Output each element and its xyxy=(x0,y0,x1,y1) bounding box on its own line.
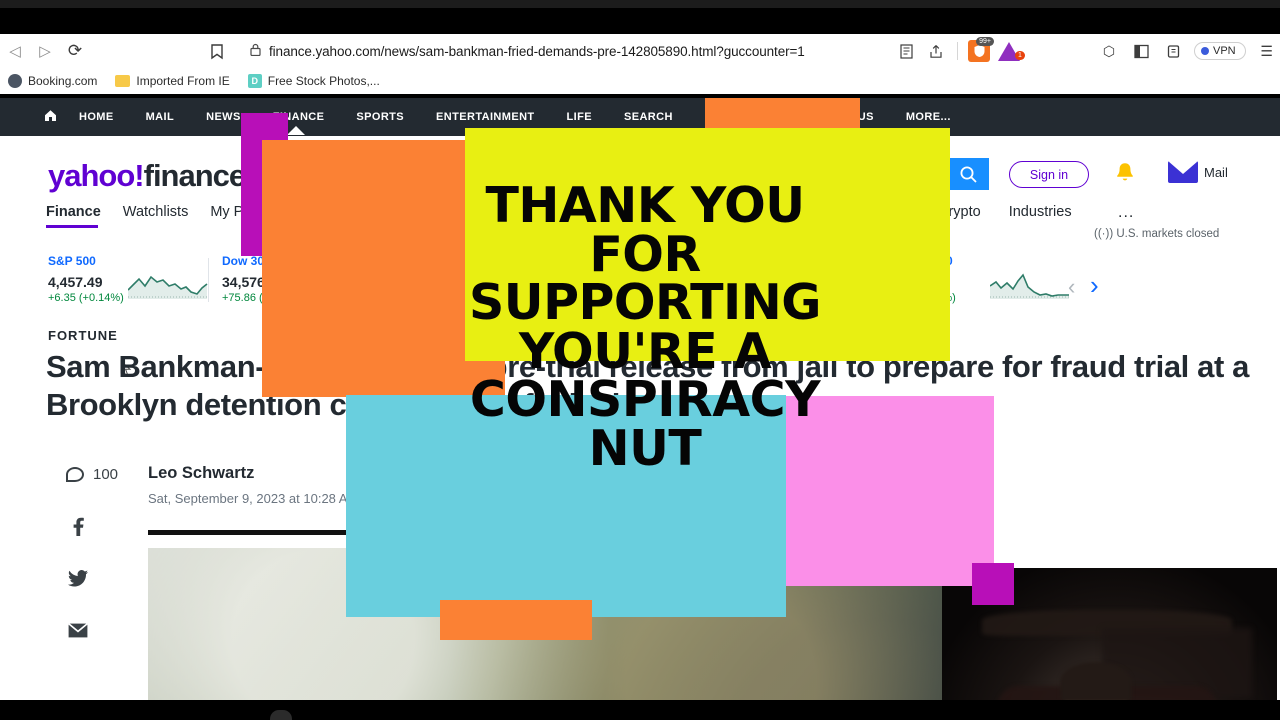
twitter-share-icon[interactable] xyxy=(66,566,90,590)
lock-icon xyxy=(250,43,261,59)
nav-item-search[interactable]: SEARCH xyxy=(608,111,689,123)
overlay-line-5: CONSPIRACY xyxy=(469,371,821,428)
subnav-item-industries[interactable]: Industries xyxy=(1009,204,1072,220)
vpn-button[interactable]: VPN xyxy=(1194,42,1246,60)
adblock-badge: 99+ xyxy=(976,37,994,46)
overlay-line-3: SUPPORTING xyxy=(469,274,821,331)
window-titlebar-strip xyxy=(0,0,1280,8)
ticker-sparkline xyxy=(128,275,208,299)
nav-item-entertainment[interactable]: ENTERTAINMENT xyxy=(420,111,551,123)
adblock-extension-icon[interactable]: 99+ xyxy=(968,37,994,62)
globe-icon xyxy=(8,74,22,88)
bookmarks-bar: Booking.com Imported From IE D Free Stoc… xyxy=(0,68,1280,94)
warning-extension-icon[interactable]: 1 xyxy=(998,41,1025,61)
letterbox-bottom xyxy=(0,700,1280,720)
bookmark-label: Imported From IE xyxy=(136,74,230,88)
notifications-bell-icon[interactable] xyxy=(1114,161,1136,191)
mail-icon xyxy=(1168,161,1198,183)
ticker-sparkline xyxy=(990,273,1069,299)
vpn-label: VPN xyxy=(1213,45,1236,57)
bookmark-label: Free Stock Photos,... xyxy=(267,74,380,88)
nav-item-home[interactable]: HOME xyxy=(63,111,130,123)
ticker-next-button[interactable]: › xyxy=(1090,270,1099,301)
ticker-sp500[interactable]: S&P 500 4,457.49 +6.35 (+0.14%) xyxy=(48,254,124,304)
ticker-divider xyxy=(208,258,209,302)
comment-count-button[interactable]: 100 xyxy=(66,466,118,483)
markets-status-icon: ((·)) xyxy=(1094,228,1114,240)
ticker-price: 4,457.49 xyxy=(48,274,103,290)
article-source: FORTUNE xyxy=(48,328,118,343)
address-bar[interactable]: finance.yahoo.com/news/sam-bankman-fried… xyxy=(240,38,890,64)
overlay-message: THANK YOU FOR SUPPORTING YOU'RE A CONSPI… xyxy=(440,177,850,477)
reload-button[interactable]: ⟳ xyxy=(60,36,90,66)
overlay-line-6: NUT xyxy=(588,419,702,477)
overlay-block-orange-bottom xyxy=(440,600,592,640)
home-icon xyxy=(44,109,57,125)
ticker-prev-button[interactable]: ‹ xyxy=(1068,274,1075,300)
mail-link[interactable]: Mail xyxy=(1168,161,1228,183)
overlay-line-2: FOR xyxy=(589,225,701,283)
article-date: Sat, September 9, 2023 at 10:28 AM xyxy=(148,491,359,506)
email-share-icon[interactable] xyxy=(66,618,90,642)
screen-root: ◁ ▷ ⟳ finance.yahoo.com/news/sam-bankman… xyxy=(0,0,1280,720)
markets-status-label: U.S. markets closed xyxy=(1116,228,1220,240)
share-icon[interactable] xyxy=(925,40,947,62)
back-button[interactable]: ◁ xyxy=(0,36,30,66)
sidebar-icon[interactable] xyxy=(1130,40,1152,62)
nav-item-more[interactable]: MORE... xyxy=(890,111,967,123)
overlay-block-magenta-small xyxy=(972,563,1014,605)
article-byline: Leo Schwartz Sat, September 9, 2023 at 1… xyxy=(148,464,358,506)
doc-icon: D xyxy=(247,74,262,88)
nav-item-life[interactable]: LIFE xyxy=(551,111,608,123)
subnav-item-watchlists[interactable]: Watchlists xyxy=(123,204,211,228)
reader-mode-icon[interactable] xyxy=(895,40,917,62)
extensions-icon[interactable]: ⬡ xyxy=(1098,40,1120,62)
browser-chrome: ◁ ▷ ⟳ finance.yahoo.com/news/sam-bankman… xyxy=(0,34,1280,94)
finance-subnav-right: Crypto Industries xyxy=(938,204,1072,220)
webcam-person-hair xyxy=(1060,662,1132,702)
forward-button[interactable]: ▷ xyxy=(30,36,60,66)
address-bar-actions: 99+ 1 xyxy=(895,37,1025,64)
subnav-more-button[interactable]: ... xyxy=(1118,204,1134,222)
collections-icon[interactable] xyxy=(1162,40,1184,62)
ticker-name: S&P 500 xyxy=(48,254,96,268)
browser-menu-button[interactable]: ☰ xyxy=(1256,40,1278,62)
overlay-line-1: THANK YOU xyxy=(485,177,805,234)
nav-item-sports[interactable]: SPORTS xyxy=(340,111,420,123)
toolbar-divider xyxy=(957,42,958,60)
markets-status: ((·)) U.S. markets closed xyxy=(1094,228,1219,240)
nav-item-mail[interactable]: MAIL xyxy=(130,111,190,123)
browser-toolbar-right: ⬡ VPN ☰ xyxy=(1098,38,1278,64)
mail-label: Mail xyxy=(1204,164,1228,180)
sign-in-button[interactable]: Sign in xyxy=(1009,161,1089,188)
bookmark-item-booking[interactable]: Booking.com xyxy=(8,74,97,88)
bookmark-icon[interactable] xyxy=(207,42,227,62)
warning-badge: 1 xyxy=(1015,50,1025,60)
subnav-item-finance[interactable]: Finance xyxy=(46,204,123,228)
ticker-change: +6.35 (+0.14%) xyxy=(48,292,124,304)
facebook-share-icon[interactable] xyxy=(66,514,90,538)
letterbox-top xyxy=(0,0,1280,34)
comment-icon xyxy=(66,467,84,482)
article-author[interactable]: Leo Schwartz xyxy=(148,464,358,483)
logo-brand: yahoo! xyxy=(48,158,145,193)
folder-icon xyxy=(115,75,131,87)
overlay-line-4: YOU'RE A xyxy=(518,322,772,380)
share-sidebar xyxy=(66,514,90,642)
comment-count: 100 xyxy=(93,466,119,483)
logo-section: finance xyxy=(143,158,247,193)
url-text: finance.yahoo.com/news/sam-bankman-fried… xyxy=(269,43,805,59)
nav-active-caret xyxy=(287,126,305,135)
vpn-status-dot xyxy=(1201,47,1209,55)
bookmark-item-imported[interactable]: Imported From IE xyxy=(115,74,230,88)
taskbar-indicator xyxy=(270,710,292,720)
bookmark-item-stockphotos[interactable]: D Free Stock Photos,... xyxy=(247,74,380,88)
search-button[interactable] xyxy=(947,158,989,190)
yahoo-finance-logo[interactable]: yahoo!finance xyxy=(48,158,247,194)
bookmark-label: Booking.com xyxy=(28,74,98,88)
